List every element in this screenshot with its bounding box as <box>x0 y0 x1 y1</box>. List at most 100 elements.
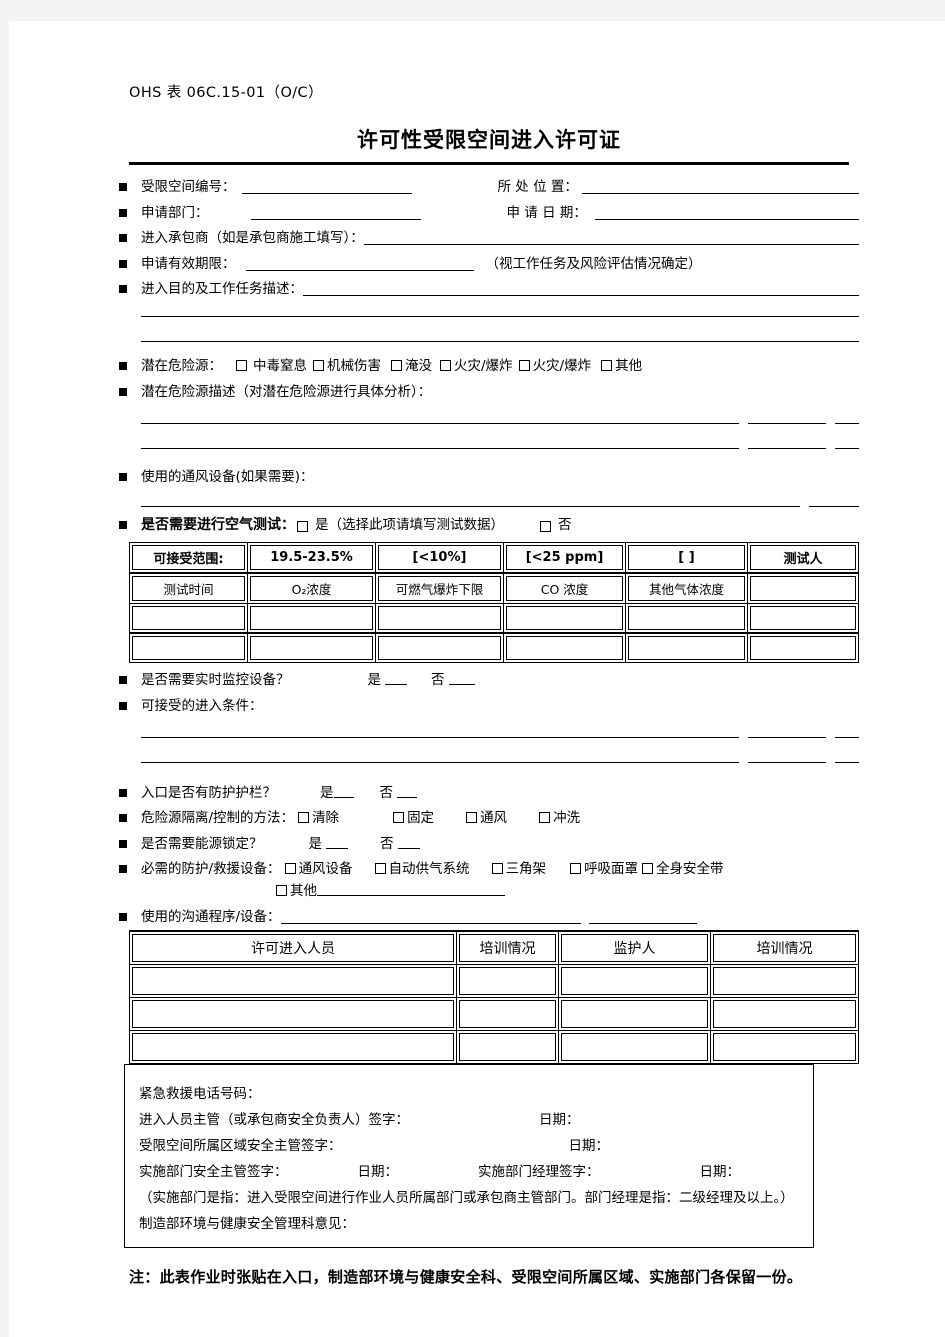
blank-line[interactable] <box>141 422 859 424</box>
hazard-option-2[interactable]: 淹没 <box>391 358 432 375</box>
comm-input-2[interactable] <box>588 909 697 924</box>
field-row-hazard-desc: 潜在危险源描述（对潜在危险源进行具体分析）： <box>119 384 859 401</box>
checkbox-icon[interactable] <box>570 863 582 874</box>
cell-blank[interactable] <box>710 996 859 1031</box>
air-test-yes-label: 是（选择此项请填写测试数据） <box>315 516 504 533</box>
cell-blank[interactable] <box>747 603 859 634</box>
blank-line[interactable] <box>141 505 859 507</box>
cell-blank[interactable] <box>456 963 559 998</box>
bullet-icon <box>119 865 127 873</box>
form-code: OHS 表 06C.15-01（O/C） <box>129 85 323 101</box>
cell-blank[interactable] <box>375 603 504 634</box>
air-test-yes-checkbox[interactable] <box>297 520 308 532</box>
cell-blank[interactable] <box>129 1029 457 1064</box>
cell-blank[interactable] <box>558 963 711 998</box>
checkbox-icon[interactable] <box>298 812 310 823</box>
cell-attendant-header: 监护人 <box>558 929 711 965</box>
hazard-option-4[interactable]: 火灾/爆炸 <box>518 358 591 375</box>
cell-blank[interactable] <box>625 632 748 663</box>
checkbox-icon[interactable] <box>518 360 530 371</box>
hazard-option-3[interactable]: 火灾/爆炸 <box>440 358 513 375</box>
lockout-yes-label: 是 <box>308 835 323 852</box>
guardrail-yes-label: 是 <box>320 784 334 801</box>
cell-co-range: [<25 ppm] <box>503 542 626 574</box>
checkbox-icon[interactable] <box>391 360 402 371</box>
cell-blank[interactable] <box>129 603 248 634</box>
guardrail-no-input[interactable] <box>397 785 417 798</box>
ppe-option-2[interactable]: 三角架 <box>491 861 546 878</box>
cell-blank[interactable] <box>625 603 748 634</box>
monitor-no-input[interactable] <box>448 672 475 685</box>
ppe-other-option[interactable]: 其他 <box>276 883 317 900</box>
apply-date-input[interactable] <box>594 205 859 220</box>
ppe-option-0[interactable]: 通风设备 <box>284 861 353 878</box>
cell-blank[interactable] <box>503 603 626 634</box>
ppe-option-3[interactable]: 呼吸面罩 <box>570 861 638 878</box>
blank-line[interactable] <box>141 447 859 449</box>
purpose-input[interactable] <box>303 281 859 296</box>
ppe-other-input[interactable] <box>317 883 505 896</box>
checkbox-icon[interactable] <box>601 360 613 371</box>
checkbox-icon[interactable] <box>374 863 386 874</box>
validity-input[interactable] <box>245 256 474 271</box>
lockout-no-input[interactable] <box>397 836 420 849</box>
checkbox-icon[interactable] <box>284 863 296 874</box>
guardrail-yes-input[interactable] <box>333 785 354 798</box>
checkbox-icon[interactable] <box>642 863 654 874</box>
isolation-option-1[interactable]: 固定 <box>393 810 434 827</box>
explanation-text: （实施部门是指：进入受限空间进行作业人员所属部门或承包商主管部门。部门经理是指：… <box>139 1189 794 1206</box>
cell-blank[interactable] <box>129 632 248 663</box>
bullet-icon <box>119 788 127 797</box>
dept-input[interactable] <box>250 205 421 220</box>
field-row-validity: 申请有效期限： （视工作任务及风险评估情况确定） <box>119 256 859 273</box>
space-no-input[interactable] <box>241 179 412 194</box>
cell-blank[interactable] <box>558 996 711 1031</box>
cell-blank[interactable] <box>710 1029 859 1064</box>
checkbox-icon[interactable] <box>313 360 324 371</box>
cell-blank[interactable] <box>247 603 376 634</box>
hazard-option-1[interactable]: 机械伤害 <box>313 358 381 375</box>
bullet-icon <box>119 234 127 242</box>
checkbox-icon[interactable] <box>466 812 478 823</box>
blank-line[interactable] <box>141 736 859 738</box>
checkbox-icon[interactable] <box>440 360 451 371</box>
checkbox-icon[interactable] <box>236 360 247 371</box>
bullet-icon <box>119 839 127 848</box>
checkbox-icon[interactable] <box>276 885 287 896</box>
cell-co-conc: CO 浓度 <box>503 572 626 604</box>
isolation-option-0[interactable]: 清除 <box>298 810 339 827</box>
ppe-option-4[interactable]: 全身安全带 <box>642 861 724 878</box>
cell-blank[interactable] <box>558 1029 711 1064</box>
air-test-no-checkbox[interactable] <box>540 520 551 532</box>
field-row-guardrail: 入口是否有防护护栏？ 是 否 <box>119 785 859 802</box>
hazard-option-5[interactable]: 其他 <box>601 358 642 375</box>
blank-line[interactable] <box>141 761 859 763</box>
cell-blank[interactable] <box>375 632 504 663</box>
location-input[interactable] <box>581 179 859 194</box>
cell-blank[interactable] <box>129 963 457 998</box>
checkbox-icon[interactable] <box>491 863 503 874</box>
field-row-air-test: 是否需要进行空气测试： 是（选择此项请填写测试数据） 否 <box>119 517 859 534</box>
checkbox-icon[interactable] <box>393 812 405 823</box>
lockout-yes-input[interactable] <box>326 836 348 849</box>
cell-other-range: [ ] <box>625 542 748 574</box>
cell-blank[interactable] <box>710 963 859 998</box>
isolation-option-2[interactable]: 通风 <box>466 810 507 827</box>
cell-blank[interactable] <box>456 1029 559 1064</box>
cell-blank[interactable] <box>503 632 626 663</box>
comm-input[interactable] <box>280 909 581 924</box>
contractor-input[interactable] <box>363 230 859 245</box>
hazard-option-0[interactable]: 中毒窒息 <box>236 358 307 375</box>
blank-line[interactable] <box>141 341 859 342</box>
supervisor-sign-row: 进入人员主管（或承包商安全负责人）签字： 日期： <box>139 1107 799 1133</box>
cell-blank[interactable] <box>747 632 859 663</box>
cell-blank[interactable] <box>247 632 376 663</box>
cell-blank[interactable] <box>129 996 457 1031</box>
ppe-option-1[interactable]: 自动供气系统 <box>374 861 470 878</box>
cell-blank[interactable] <box>456 996 559 1031</box>
monitor-yes-input[interactable] <box>385 672 407 685</box>
blank-line[interactable] <box>141 316 859 317</box>
checkbox-icon[interactable] <box>539 812 551 823</box>
isolation-label: 危险源隔离/控制的方法： <box>141 810 295 826</box>
isolation-option-3[interactable]: 冲洗 <box>539 810 580 827</box>
